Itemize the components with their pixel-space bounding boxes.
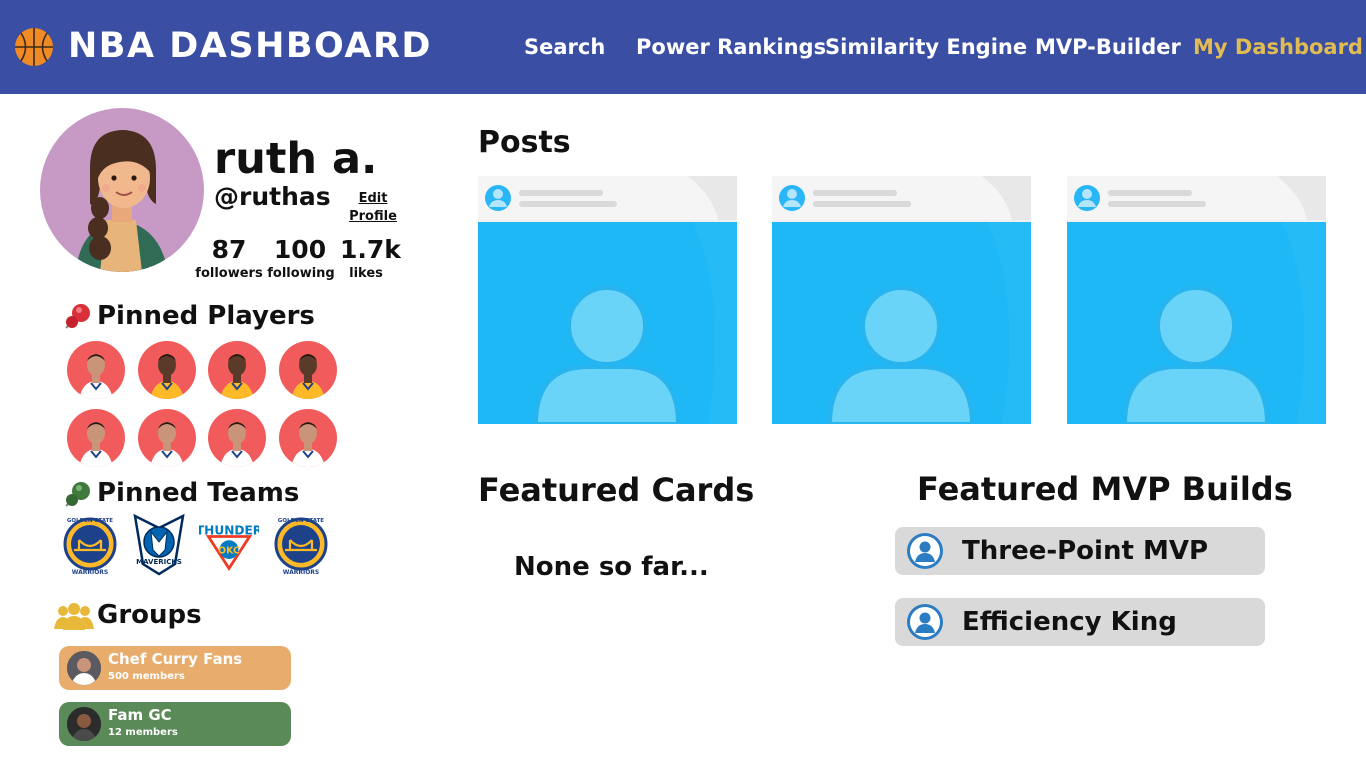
featured-cards-title: Featured Cards: [478, 471, 755, 509]
likes-label: likes: [349, 266, 383, 281]
group-name: Chef Curry Fans: [108, 650, 243, 668]
user-icon: [907, 533, 943, 569]
team-logo-text: OKC: [218, 545, 240, 556]
pushpin-icon: [65, 482, 90, 507]
post-card[interactable]: [1067, 176, 1326, 424]
pinned-player-avatar[interactable]: [279, 341, 337, 399]
following-count: 100: [273, 235, 327, 264]
pinned-player-avatar[interactable]: [67, 409, 125, 467]
basketball-icon: [15, 28, 53, 66]
group-item-fam-gc[interactable]: Fam GC 12 members: [59, 702, 291, 746]
pinned-player-avatar[interactable]: [138, 409, 196, 467]
mvp-build-label: Three-Point MVP: [962, 536, 1208, 566]
pinned-player-avatar[interactable]: [208, 341, 266, 399]
group-avatar: [67, 651, 101, 685]
user-avatar-illustration: [76, 130, 168, 272]
likes-count: 1.7k: [340, 235, 401, 264]
team-logo-text: GOLDEN STATE: [278, 518, 324, 524]
followers-count: 87: [211, 235, 247, 264]
group-avatar: [67, 707, 101, 741]
team-logo-warriors[interactable]: GOLDEN STATE WARRIORS: [271, 512, 331, 576]
post-image-placeholder: [1067, 222, 1326, 424]
profile-name: ruth a.: [214, 134, 378, 184]
edit-profile-link[interactable]: Edit Profile: [346, 190, 400, 226]
people-icon: [54, 603, 94, 630]
group-member-count: 500 members: [108, 671, 185, 682]
post-card[interactable]: [478, 176, 737, 424]
team-logo-text: WARRIORS: [72, 569, 109, 576]
mvp-build-three-point-mvp[interactable]: Three-Point MVP: [895, 527, 1265, 575]
pinned-teams-title: Pinned Teams: [97, 478, 300, 508]
app-logo-title[interactable]: NBA DASHBOARD: [68, 24, 432, 68]
team-logo-thunder[interactable]: THUNDER OKC: [199, 512, 259, 576]
following-label: following: [267, 266, 335, 281]
mvp-build-efficiency-king[interactable]: Efficiency King: [895, 598, 1265, 646]
post-image-placeholder: [772, 222, 1031, 424]
nav-my-dashboard[interactable]: My Dashboard: [1193, 33, 1363, 61]
pinned-player-avatar[interactable]: [67, 341, 125, 399]
post-header: [772, 176, 1031, 220]
pinned-player-avatar[interactable]: [138, 341, 196, 399]
post-header: [1067, 176, 1326, 220]
followers-label: followers: [195, 266, 263, 281]
pushpin-icon: [65, 304, 90, 329]
team-logo-text: GOLDEN STATE: [67, 518, 113, 524]
profile-avatar: [40, 108, 204, 272]
team-logo-warriors[interactable]: GOLDEN STATE WARRIORS: [60, 512, 120, 576]
post-image-placeholder: [478, 222, 737, 424]
nav-power-rankings[interactable]: Power Rankings: [636, 33, 826, 61]
pinned-player-avatar[interactable]: [279, 409, 337, 467]
group-member-count: 12 members: [108, 727, 178, 738]
groups-title: Groups: [97, 600, 202, 630]
profile-handle: @ruthas: [214, 182, 331, 211]
pinned-player-avatar[interactable]: [208, 409, 266, 467]
nav-mvp-builder[interactable]: MVP-Builder: [1035, 33, 1181, 61]
top-navigation-bar: NBA DASHBOARD Search Power Rankings Simi…: [0, 0, 1366, 94]
post-card[interactable]: [772, 176, 1031, 424]
post-header: [478, 176, 737, 220]
featured-cards-empty-text: None so far...: [514, 552, 709, 582]
group-item-chef-curry-fans[interactable]: Chef Curry Fans 500 members: [59, 646, 291, 690]
nav-similarity-engine[interactable]: Similarity Engine: [825, 33, 1027, 61]
featured-mvp-builds-title: Featured MVP Builds: [917, 470, 1293, 508]
mvp-build-label: Efficiency King: [962, 607, 1177, 637]
user-icon: [907, 604, 943, 640]
group-name: Fam GC: [108, 706, 172, 724]
team-logo-text: WARRIORS: [283, 569, 320, 576]
team-logo-text: MAVERICKS: [136, 558, 182, 566]
team-logo-mavericks[interactable]: MAVERICKS: [129, 512, 189, 576]
nav-search[interactable]: Search: [524, 33, 605, 61]
posts-title: Posts: [478, 125, 571, 160]
pinned-players-title: Pinned Players: [97, 301, 315, 331]
